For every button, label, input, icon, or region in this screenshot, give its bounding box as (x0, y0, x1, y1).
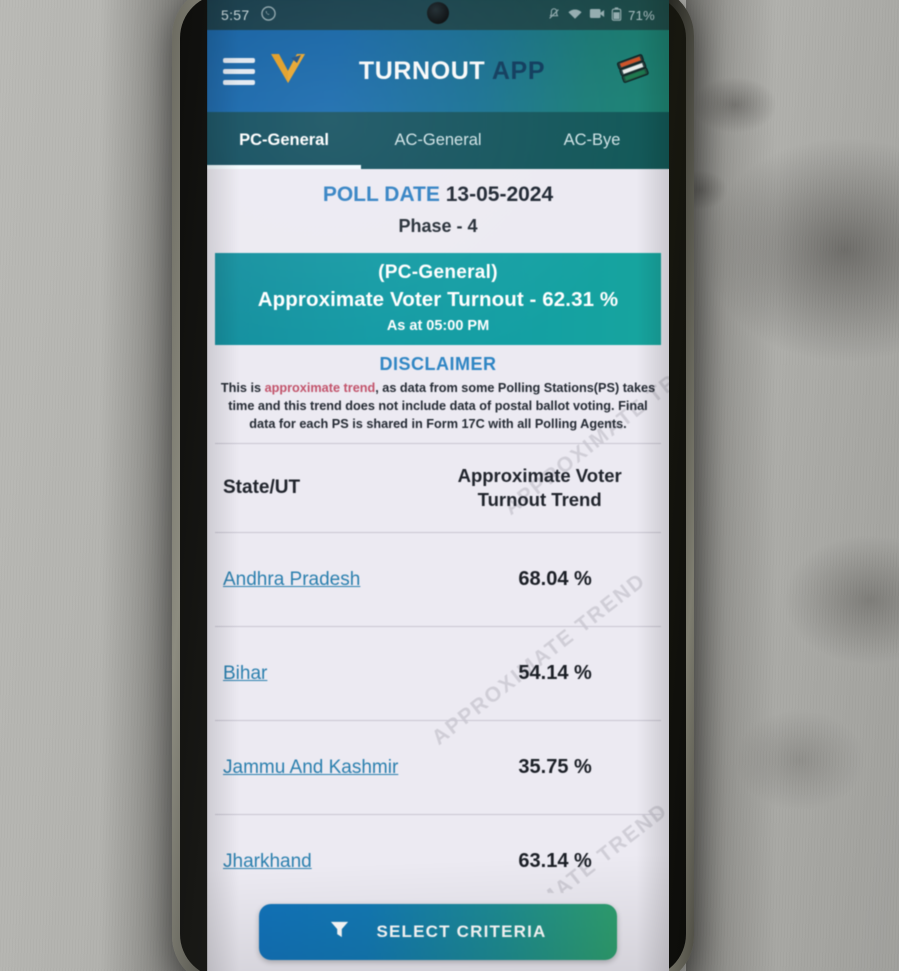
turnout-cell: 68.04 % (518, 568, 592, 591)
table-row[interactable]: Andhra Pradesh 68.04 % (207, 533, 669, 626)
bell-muted-icon (547, 7, 561, 24)
phase-label: Phase - 4 (398, 216, 478, 236)
status-bar: 5:57 71% (207, 0, 669, 30)
hamburger-line (223, 68, 255, 74)
camera-notch (427, 2, 449, 24)
battery-icon (611, 6, 622, 24)
tab-ac-general[interactable]: AC-General (361, 112, 515, 169)
disclaimer-highlight: approximate trend (264, 381, 376, 395)
turnout-scope: (PC-General) (378, 262, 498, 283)
screen-record-icon (589, 7, 605, 23)
app-bar: TURNOUT APP (207, 30, 669, 112)
content-area: APPROXIMATE TREND APPROXIMATE TREND APPROX… (207, 169, 669, 971)
funnel-filter-icon (329, 919, 350, 945)
hamburger-menu-icon[interactable] (223, 57, 255, 85)
phone-shadow-right (686, 0, 776, 971)
column-header-turnout: Approximate Voter Turnout Trend (420, 464, 659, 511)
select-criteria-label: SELECT CRITERIA (376, 922, 547, 941)
state-link[interactable]: Jammu And Kashmir (223, 757, 398, 778)
column-header-turnout-line1: Approximate Voter (457, 465, 622, 487)
poll-date-row: POLL DATE 13-05-2024 (207, 169, 669, 207)
whatsapp-icon (261, 6, 277, 24)
phone-screen: 5:57 71% TURNOUT APP PC-General AC-Gener… (207, 0, 669, 971)
page-title: TURNOUT APP (291, 57, 613, 86)
state-cell: Bihar (217, 663, 451, 685)
column-header-turnout-line2: Turnout Trend (477, 489, 602, 511)
disclaimer-part1: This is (220, 381, 265, 395)
turnout-cell: 35.75 % (518, 756, 592, 779)
tab-label: AC-Bye (563, 131, 621, 149)
turnout-table: State/UT Approximate Voter Turnout Trend… (207, 443, 669, 910)
disclaimer-title: DISCLAIMER (379, 354, 497, 374)
state-link[interactable]: Bihar (223, 663, 267, 684)
table-header-row: State/UT Approximate Voter Turnout Trend (207, 444, 669, 532)
tab-label: AC-General (394, 131, 482, 149)
tricolor-ballot-icon[interactable] (613, 49, 653, 94)
state-link[interactable]: Jharkhand (223, 851, 312, 872)
bottom-action-bar: SELECT CRITERIA (207, 893, 669, 971)
poll-date-value: 13-05-2024 (445, 183, 554, 206)
turnout-banner: (PC-General) Approximate Voter Turnout -… (215, 253, 661, 345)
tab-bar: PC-General AC-General AC-Bye (207, 112, 669, 169)
battery-percent-label: 71% (628, 7, 655, 23)
state-cell: Jammu And Kashmir (217, 757, 451, 779)
tab-label: PC-General (239, 131, 329, 149)
tab-ac-bye[interactable]: AC-Bye (515, 112, 669, 169)
turnout-cell: 63.14 % (518, 850, 592, 873)
table-row[interactable]: Bihar 54.14 % (207, 627, 669, 720)
title-secondary: APP (491, 56, 546, 85)
turnout-as-at: As at 05:00 PM (386, 318, 490, 334)
turnout-cell: 54.14 % (518, 662, 592, 685)
state-cell: Andhra Pradesh (217, 569, 451, 591)
turnout-headline: Approximate Voter Turnout - 62.31 % (257, 288, 619, 311)
column-header-state: State/UT (223, 477, 301, 499)
title-primary: TURNOUT (358, 56, 486, 85)
select-criteria-button[interactable]: SELECT CRITERIA (259, 904, 617, 960)
tab-pc-general[interactable]: PC-General (207, 112, 361, 169)
disclaimer-text: This is approximate trend, as data from … (217, 379, 659, 433)
state-link[interactable]: Andhra Pradesh (223, 569, 360, 590)
state-cell: Jharkhand (217, 851, 451, 873)
hamburger-line (223, 57, 255, 63)
status-bar-clock: 5:57 (221, 7, 250, 23)
poll-date-label: POLL DATE (322, 183, 440, 206)
table-row[interactable]: Jammu And Kashmir 35.75 % (207, 721, 669, 814)
hamburger-line (223, 79, 255, 85)
wifi-icon (567, 7, 583, 24)
